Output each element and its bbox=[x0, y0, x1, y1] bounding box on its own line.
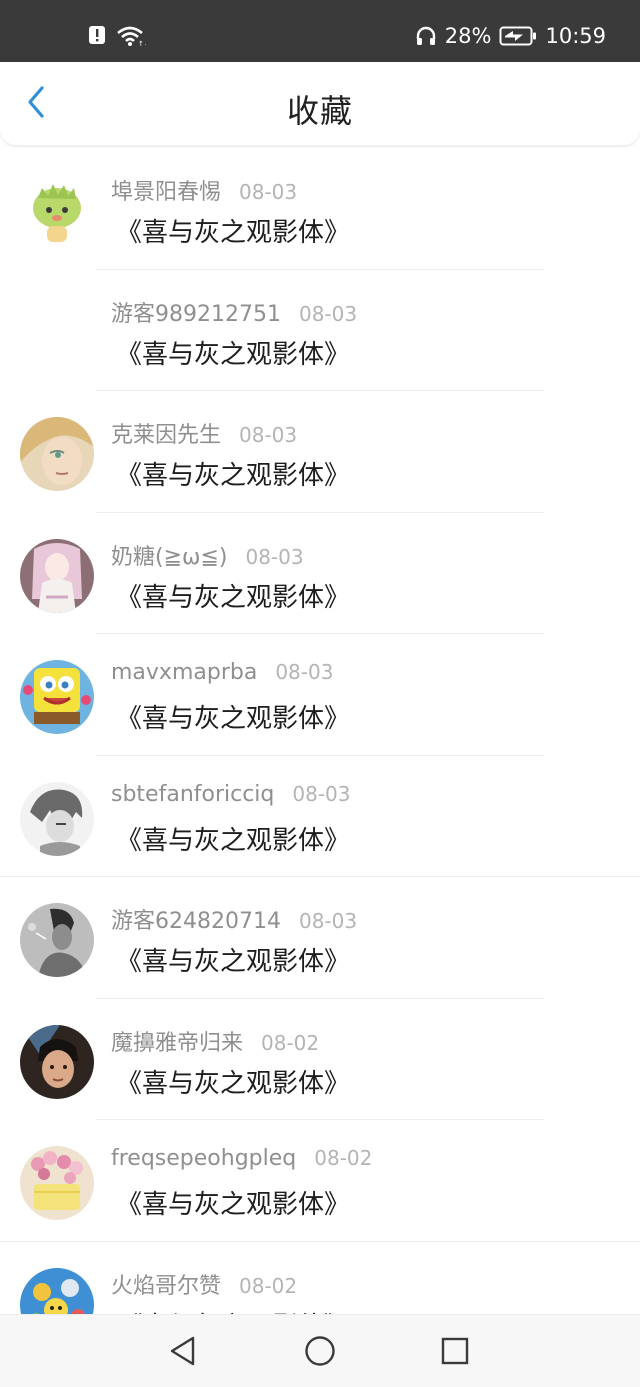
date: 08-03 bbox=[245, 544, 304, 569]
svg-text:↑↓: ↑↓ bbox=[138, 40, 146, 48]
username[interactable]: 魔擤雅帝归来 bbox=[111, 1025, 243, 1057]
item-meta: 奶糖(≧ω≦) 08-03 bbox=[111, 539, 304, 571]
item-meta: 游客624820714 08-03 bbox=[111, 903, 357, 935]
date: 08-02 bbox=[261, 1030, 320, 1055]
item-meta: 克莱因先生 08-03 bbox=[111, 417, 297, 449]
username[interactable]: 克莱因先生 bbox=[111, 417, 221, 449]
favorite-title[interactable]: 《喜与灰之观影体》 bbox=[116, 1184, 350, 1221]
favorite-title[interactable]: 《喜与灰之观影体》 bbox=[116, 455, 350, 492]
item-meta: 埠景阳春惕 08-03 bbox=[111, 174, 297, 206]
favorite-title[interactable]: 《喜与灰之观影体》 bbox=[116, 1306, 350, 1315]
avatar[interactable] bbox=[20, 1024, 94, 1099]
avatar[interactable] bbox=[20, 174, 94, 248]
favorite-title[interactable]: 《喜与灰之观影体》 bbox=[116, 212, 350, 249]
date: 08-03 bbox=[275, 660, 334, 684]
list-item[interactable]: sbtefanforicciq 08-03 《喜与灰之观影体》 bbox=[0, 756, 640, 877]
nav-recents-button[interactable] bbox=[435, 1333, 475, 1373]
date: 08-03 bbox=[292, 781, 351, 806]
avatar[interactable] bbox=[20, 538, 94, 613]
list-item[interactable]: 埠景阳春惕 08-03 《喜与灰之观影体》 bbox=[0, 148, 640, 270]
favorite-title[interactable]: 《喜与灰之观影体》 bbox=[116, 334, 350, 371]
page-title: 收藏 bbox=[286, 92, 353, 130]
battery-charging-icon bbox=[499, 25, 537, 47]
header: 收藏 bbox=[0, 62, 640, 146]
date: 08-03 bbox=[298, 301, 358, 326]
headphone-icon bbox=[415, 25, 437, 47]
date: 08-03 bbox=[298, 909, 358, 933]
favorites-list: 埠景阳春惕 08-03 《喜与灰之观影体》 游客989212751 08-03 … bbox=[0, 148, 640, 1314]
avatar[interactable] bbox=[20, 417, 94, 491]
username[interactable]: freqsepeohgpleq bbox=[111, 1146, 296, 1171]
item-meta: 火焰哥尔赞 08-02 bbox=[111, 1268, 297, 1300]
date: 08-03 bbox=[239, 423, 298, 447]
status-bar: ↑↓ 28% 10:59 bbox=[0, 0, 640, 62]
favorite-title[interactable]: 《喜与灰之观影体》 bbox=[116, 1063, 350, 1100]
home-circle-icon bbox=[304, 1335, 336, 1371]
recents-square-icon bbox=[440, 1336, 470, 1370]
username[interactable]: 埠景阳春惕 bbox=[111, 174, 221, 206]
back-triangle-icon bbox=[168, 1335, 198, 1371]
favorite-title[interactable]: 《喜与灰之观影体》 bbox=[116, 698, 350, 735]
favorite-title[interactable]: 《喜与灰之观影体》 bbox=[116, 941, 350, 978]
favorite-title[interactable]: 《喜与灰之观影体》 bbox=[116, 577, 350, 614]
list-item[interactable]: 游客989212751 08-03 《喜与灰之观影体》 bbox=[0, 270, 640, 391]
wifi-icon: ↑↓ bbox=[116, 24, 146, 48]
status-left: ↑↓ bbox=[88, 24, 146, 48]
avatar[interactable] bbox=[20, 660, 94, 734]
system-nav-bar bbox=[0, 1314, 640, 1387]
item-meta: mavxmaprba 08-03 bbox=[111, 660, 333, 685]
username[interactable]: mavxmaprba bbox=[111, 660, 257, 685]
item-meta: 魔擤雅帝归来 08-02 bbox=[111, 1025, 319, 1057]
list-item[interactable]: freqsepeohgpleq 08-02 《喜与灰之观影体》 bbox=[0, 1120, 640, 1242]
list-item[interactable]: 克莱因先生 08-03 《喜与灰之观影体》 bbox=[0, 391, 640, 513]
date: 08-03 bbox=[239, 180, 298, 204]
avatar[interactable] bbox=[20, 903, 94, 977]
item-meta: sbtefanforicciq 08-03 bbox=[111, 782, 351, 807]
avatar[interactable] bbox=[20, 1146, 94, 1220]
list-item[interactable]: 火焰哥尔赞 08-02 《喜与灰之观影体》 bbox=[0, 1242, 640, 1315]
username[interactable]: 奶糖(≧ω≦) bbox=[111, 539, 227, 571]
avatar[interactable] bbox=[20, 781, 94, 856]
username[interactable]: 火焰哥尔赞 bbox=[111, 1268, 221, 1300]
item-meta: 游客989212751 08-03 bbox=[111, 296, 357, 328]
date: 08-02 bbox=[239, 1273, 298, 1298]
nav-back-button[interactable] bbox=[163, 1333, 203, 1373]
list-item[interactable]: mavxmaprba 08-03 《喜与灰之观影体》 bbox=[0, 634, 640, 756]
username[interactable]: sbtefanforicciq bbox=[111, 782, 274, 807]
list-item[interactable]: 奶糖(≧ω≦) 08-03 《喜与灰之观影体》 bbox=[0, 513, 640, 634]
username[interactable]: 游客989212751 bbox=[111, 296, 281, 328]
battery-percent: 28% bbox=[444, 24, 492, 48]
notification-icon bbox=[88, 25, 108, 47]
favorite-title[interactable]: 《喜与灰之观影体》 bbox=[116, 820, 350, 857]
clock: 10:59 bbox=[545, 24, 606, 48]
username[interactable]: 游客624820714 bbox=[111, 903, 281, 935]
nav-home-button[interactable] bbox=[300, 1333, 340, 1373]
avatar[interactable] bbox=[20, 1267, 94, 1314]
date: 08-02 bbox=[314, 1146, 373, 1170]
list-item[interactable]: 魔擤雅帝归来 08-02 《喜与灰之观影体》 bbox=[0, 999, 640, 1120]
status-right: 28% 10:59 bbox=[415, 22, 606, 50]
list-item[interactable]: 游客624820714 08-03 《喜与灰之观影体》 bbox=[0, 877, 640, 999]
item-meta: freqsepeohgpleq 08-02 bbox=[111, 1146, 372, 1171]
